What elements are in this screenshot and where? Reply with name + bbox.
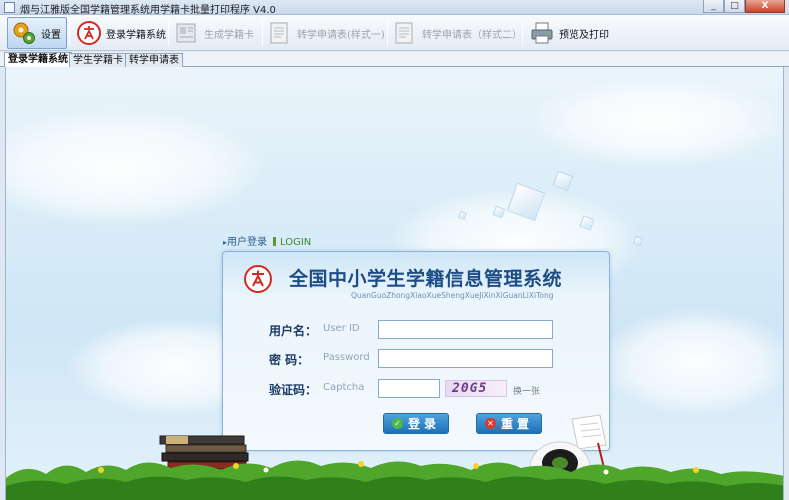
- username-input[interactable]: [378, 320, 553, 339]
- toolbar-separator: [168, 20, 169, 46]
- logo-icon: [77, 21, 101, 45]
- maximize-button[interactable]: □: [724, 0, 745, 13]
- close-button[interactable]: X: [745, 0, 785, 13]
- card-icon: [176, 23, 196, 43]
- close-circle-icon: ✕: [484, 418, 496, 429]
- minimize-button[interactable]: _: [703, 0, 724, 13]
- printer-icon: [531, 22, 553, 44]
- grass-decoration: [6, 460, 783, 500]
- login-en-label: LOGIN: [280, 237, 312, 248]
- window-title: 烟与江雅版全国学籍管理系统用学籍卡批量打印程序 V4.0: [20, 5, 276, 16]
- generate-card-button[interactable]: 生成学籍卡: [174, 17, 254, 49]
- password-row: 密 码： Password: [223, 349, 611, 369]
- system-subtitle: QuanGuoZhongXiaoXueShengXueJiXinXiGuanLi…: [351, 291, 554, 300]
- tab-login-system[interactable]: 登录学籍系统: [4, 52, 72, 67]
- refresh-captcha-link[interactable]: 换一张: [513, 384, 540, 397]
- toolbar: 设置 登录学籍系统 生成学籍卡 转学申请表(样式一) 转学申请表（样式二） 预览…: [0, 15, 789, 51]
- gear-icon: [13, 22, 35, 44]
- app-icon: [4, 2, 15, 13]
- settings-label: 设置: [41, 29, 61, 41]
- preview-print-label: 预览及打印: [559, 29, 609, 41]
- password-hint: Password: [323, 352, 370, 363]
- login-section-header: ▸用户登录 LOGIN: [223, 233, 311, 248]
- captcha-image[interactable]: 20G5: [445, 380, 507, 397]
- password-label: 密 码：: [269, 353, 310, 367]
- divider-bar: [273, 237, 277, 246]
- title-bar: 烟与江雅版全国学籍管理系统用学籍卡批量打印程序 V4.0 _ □ X: [0, 0, 789, 16]
- cube-decoration: [552, 170, 574, 192]
- toolbar-separator: [69, 20, 70, 46]
- document-icon: [270, 22, 288, 44]
- login-system-label: 登录学籍系统: [106, 29, 166, 41]
- username-row: 用户名： User ID: [223, 320, 611, 340]
- tab-transfer-form[interactable]: 转学申请表: [125, 53, 183, 67]
- tab-bar: 登录学籍系统 学生学籍卡 转学申请表: [0, 52, 789, 67]
- transfer-form-1-label: 转学申请表(样式一): [297, 29, 385, 41]
- transfer-form-1-button[interactable]: 转学申请表(样式一): [267, 17, 385, 49]
- document-icon: [395, 22, 413, 44]
- check-icon: ✓: [391, 418, 403, 429]
- login-button-label: 登录: [407, 417, 440, 431]
- transfer-form-2-label: 转学申请表（样式二）: [422, 29, 522, 41]
- login-page: ▸用户登录 LOGIN 全国中小学生学籍信息管理系统 QuanGuoZhongXi…: [5, 67, 784, 500]
- cloud-decoration: [596, 307, 783, 417]
- cloud-decoration: [526, 77, 783, 167]
- settings-button[interactable]: 设置: [7, 17, 67, 49]
- tab-student-card[interactable]: 学生学籍卡: [69, 53, 127, 67]
- captcha-label: 验证码：: [269, 383, 318, 397]
- transfer-form-2-button[interactable]: 转学申请表（样式二）: [392, 17, 522, 49]
- username-label: 用户名：: [269, 324, 318, 338]
- toolbar-separator: [387, 20, 388, 46]
- generate-card-label: 生成学籍卡: [204, 29, 254, 41]
- cloud-decoration: [6, 107, 266, 227]
- password-input[interactable]: [378, 349, 553, 368]
- system-title: 全国中小学生学籍信息管理系统: [289, 268, 563, 290]
- username-hint: User ID: [323, 323, 360, 334]
- login-button[interactable]: ✓ 登录: [383, 413, 449, 434]
- window-controls: _ □ X: [703, 0, 785, 14]
- captcha-hint: Captcha: [323, 382, 365, 393]
- captcha-input[interactable]: [378, 379, 440, 398]
- captcha-row: 验证码： Captcha 20G5 换一张: [223, 379, 611, 399]
- toolbar-separator: [522, 20, 523, 46]
- user-login-label: 用户登录: [227, 237, 268, 248]
- preview-print-button[interactable]: 预览及打印: [529, 17, 609, 49]
- login-system-button[interactable]: 登录学籍系统: [76, 17, 166, 49]
- system-logo-icon: [244, 265, 272, 293]
- toolbar-separator: [262, 20, 263, 46]
